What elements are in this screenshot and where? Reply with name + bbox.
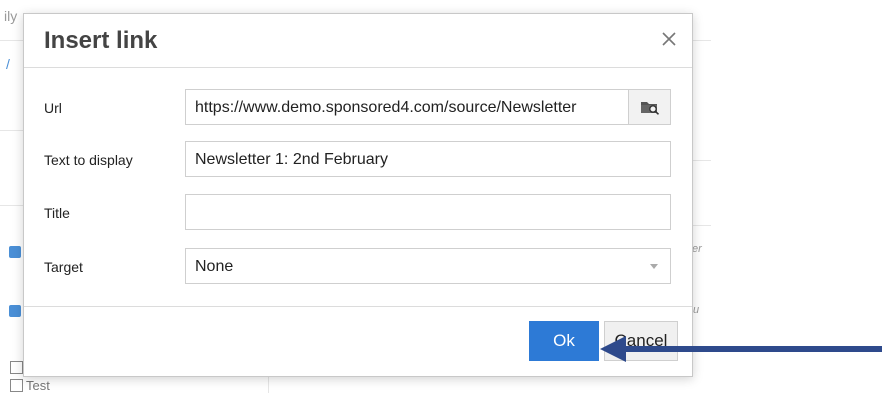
annotation-arrow xyxy=(600,336,882,362)
